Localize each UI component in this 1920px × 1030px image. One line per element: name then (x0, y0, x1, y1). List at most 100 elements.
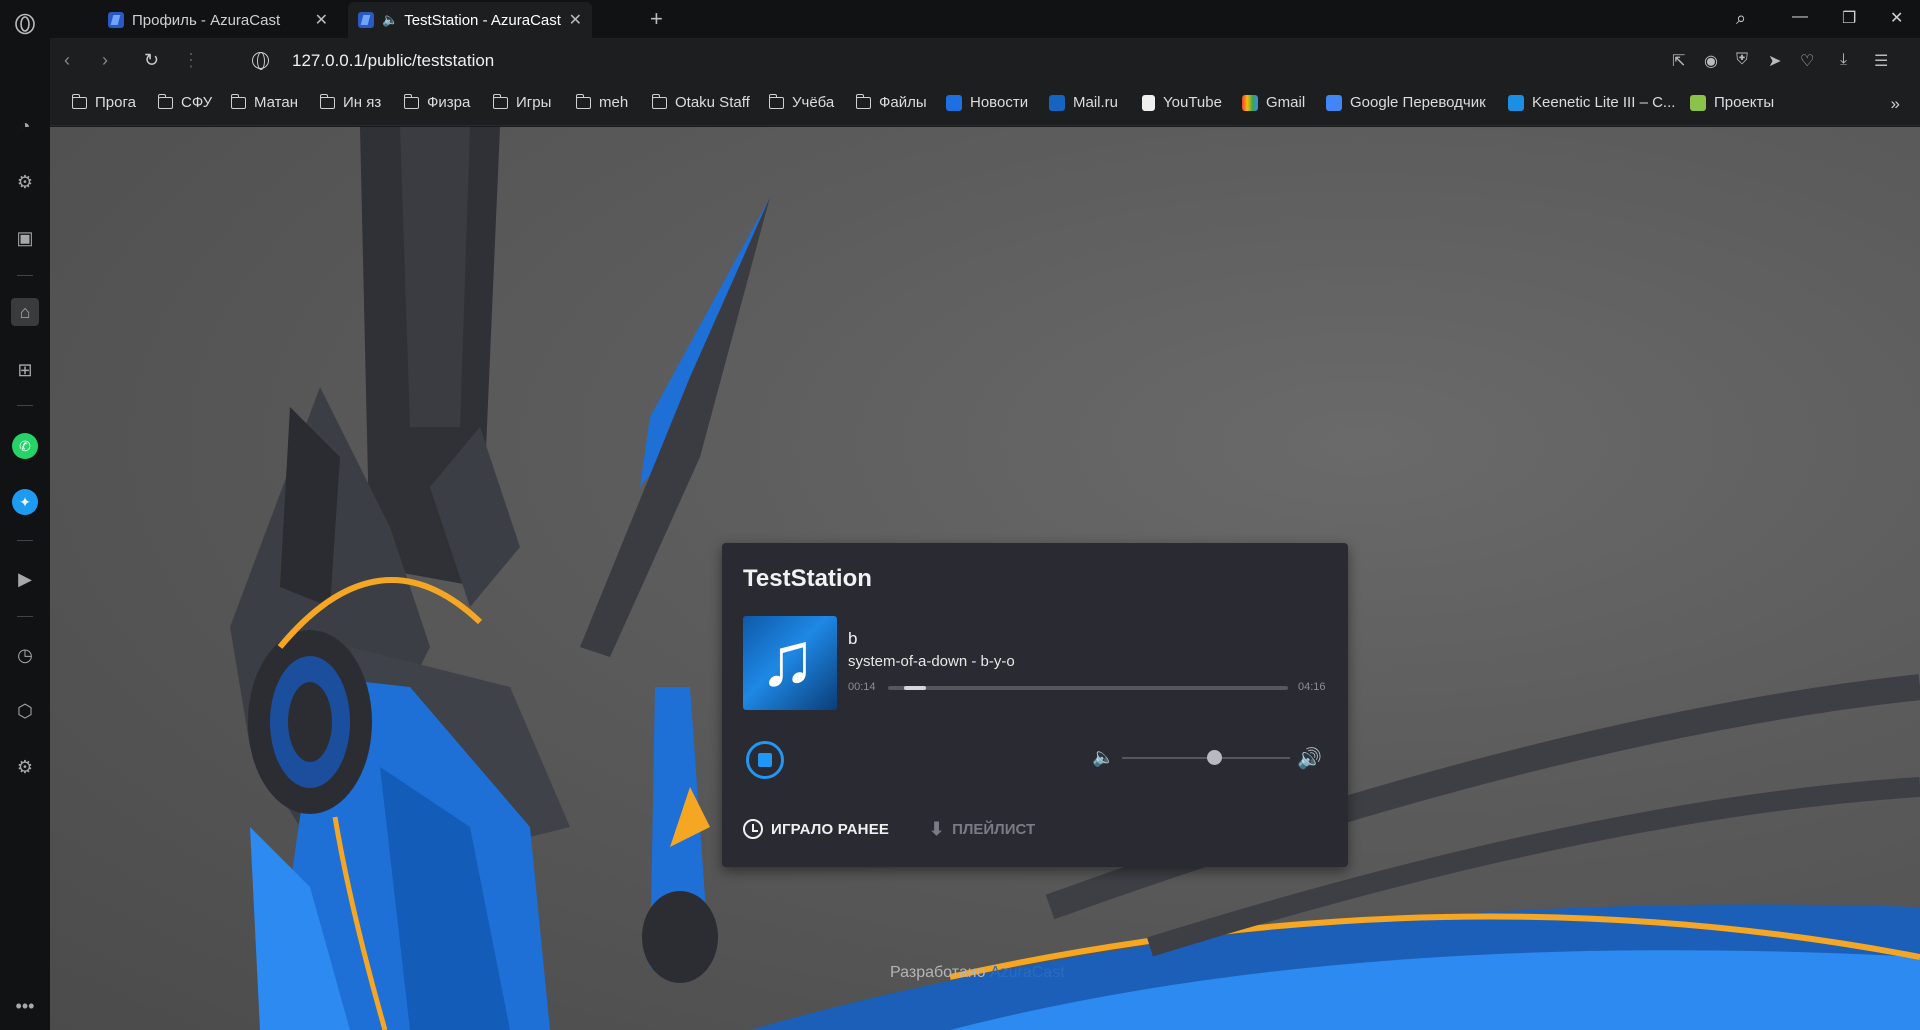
folder-icon (492, 93, 508, 109)
volume-slider-handle[interactable] (1207, 750, 1223, 765)
new-tab-icon[interactable]: + (650, 6, 663, 32)
speed-dial-icon[interactable]: ◔ (11, 112, 39, 140)
gamepad-icon[interactable]: ⊞ (11, 356, 39, 384)
more-icon[interactable]: ••• (11, 992, 39, 1020)
close-tab-icon[interactable]: ✕ (569, 10, 582, 30)
folder-icon (319, 93, 335, 109)
azuracast-favicon-icon (358, 12, 374, 28)
folder-icon (651, 93, 667, 109)
bookmark-link[interactable]: YouTube (1142, 94, 1222, 111)
address-bar: ‹ › ↻ ⋮ 127.0.0.1/public/teststation ⇱ ◉… (50, 38, 1920, 86)
history-label: ИГРАЛО РАНЕЕ (771, 820, 890, 838)
history-button[interactable]: ИГРАЛО РАНЕЕ (743, 819, 889, 839)
radio-player-card: TestStation ♫ b system-of-a-down - b-y-o… (722, 543, 1348, 867)
download-icon[interactable]: ⤓ (1840, 51, 1847, 69)
send-icon[interactable]: ➤ (1768, 51, 1781, 71)
bookmark-link[interactable]: Gmail (1242, 94, 1305, 111)
progress-fill (904, 686, 926, 690)
keenetic-icon (1508, 94, 1524, 111)
sidebar-divider (17, 616, 33, 617)
bookmarks-bar: Прога СФУ Матан Ин яз Физра Игры meh Ota… (50, 86, 1920, 126)
tab-bar: ⊜ Профиль - AzuraCast ✕ 🔈 TestStation - … (50, 0, 1920, 38)
azuracast-favicon-icon (108, 12, 124, 28)
tab-profile[interactable]: Профиль - AzuraCast ✕ (98, 2, 338, 38)
bookmark-folder[interactable]: Учёба (768, 93, 834, 111)
bookmark-link[interactable]: Keenetic Lite III – C... (1508, 94, 1675, 111)
footer-prefix: Разработано (890, 964, 986, 981)
close-window-icon[interactable]: ✕ (1890, 8, 1903, 28)
snapshot-icon[interactable]: ◉ (1704, 51, 1718, 71)
twitch-icon[interactable]: ▣ (11, 224, 39, 252)
bookmark-folder[interactable]: СФУ (157, 93, 212, 111)
reload-icon[interactable]: ↻ (144, 50, 159, 71)
bookmark-folder[interactable]: Матан (230, 93, 298, 111)
mail-icon (1049, 94, 1065, 111)
easy-setup-icon[interactable]: ☰ (1874, 51, 1888, 71)
bookmark-folder[interactable]: Прога (71, 93, 136, 111)
sidebar-divider (17, 540, 33, 541)
volume-mute-icon[interactable]: 🔈 (1092, 747, 1114, 768)
cube-icon[interactable]: ⬡ (11, 697, 39, 725)
adblock-icon[interactable]: ⛨ (1736, 51, 1748, 69)
news-icon (946, 94, 962, 111)
browser-window: ◔ ⚙ ▣ ⌂ ⊞ ✆ ✦ ▶ ◷ ⬡ ⚙ ••• ⊜ Профиль - Az… (0, 0, 1920, 1030)
tab-teststation[interactable]: 🔈 TestStation - AzuraCast ✕ (348, 2, 592, 38)
folder-icon (403, 93, 419, 109)
favorite-icon[interactable]: ♡ (1800, 51, 1814, 71)
twitter-icon[interactable]: ✦ (12, 489, 38, 515)
song-artist: system-of-a-down - b-y-o (848, 653, 1015, 670)
forward-icon[interactable]: › (102, 50, 108, 71)
url-field[interactable]: 127.0.0.1/public/teststation (292, 51, 494, 71)
album-art: ♫ (743, 616, 837, 710)
tab-title: TestStation - AzuraCast (404, 11, 561, 29)
history-icon (743, 819, 763, 839)
sidebar-divider (17, 405, 33, 406)
minimize-icon[interactable]: — (1792, 8, 1808, 26)
volume-slider[interactable] (1122, 757, 1290, 759)
folder-icon (768, 93, 784, 109)
extensions-icon[interactable]: ⚙ (11, 168, 39, 196)
stop-icon (758, 753, 772, 767)
footer-credit: Разработано AzuraCast (890, 964, 1065, 982)
bookmark-folder[interactable]: Otaku Staff (651, 93, 750, 111)
bookmark-folder[interactable]: Файлы (855, 93, 927, 111)
gmail-icon (1242, 94, 1258, 111)
whatsapp-icon[interactable]: ✆ (12, 433, 38, 459)
page-content: TestStation ♫ b system-of-a-down - b-y-o… (50, 127, 1920, 1030)
bookmark-link[interactable]: Mail.ru (1049, 94, 1118, 111)
opera-logo-icon[interactable] (11, 10, 39, 38)
folder-icon (157, 93, 173, 109)
folder-icon (855, 93, 871, 109)
close-tab-icon[interactable]: ✕ (315, 10, 328, 30)
time-elapsed: 00:14 (848, 681, 876, 693)
site-info-icon[interactable] (252, 52, 269, 70)
bookmark-folder[interactable]: meh (575, 93, 628, 111)
bookmark-link[interactable]: Google Переводчик (1326, 94, 1486, 111)
tab-title: Профиль - AzuraCast (132, 11, 281, 29)
history-icon[interactable]: ◷ (11, 641, 39, 669)
restore-icon[interactable]: ❐ (1842, 8, 1856, 28)
translate-icon (1326, 94, 1342, 111)
volume-full-icon[interactable]: 🔊 (1297, 746, 1322, 771)
back-icon[interactable]: ‹ (64, 50, 70, 71)
azuracast-link[interactable]: AzuraCast (990, 964, 1065, 981)
stop-button[interactable] (746, 741, 784, 779)
bookmark-link[interactable]: Новости (946, 94, 1028, 111)
bookmark-link[interactable]: Проекты (1690, 94, 1774, 111)
song-title: b (848, 629, 858, 648)
bookmark-folder[interactable]: Ин яз (319, 93, 381, 111)
bookmark-folder[interactable]: Физра (403, 93, 470, 111)
projects-icon (1690, 94, 1706, 111)
home-icon[interactable]: ⌂ (11, 298, 39, 326)
divider-dots: ⋮ (182, 50, 200, 70)
audio-playing-icon[interactable]: 🔈 (382, 12, 398, 28)
share-icon[interactable]: ⇱ (1672, 51, 1685, 71)
bookmark-folder[interactable]: Игры (492, 93, 551, 111)
playlist-download-button[interactable]: ⬇ ПЛЕЙЛИСТ (929, 819, 1035, 840)
player-icon[interactable]: ▶ (11, 565, 39, 593)
time-total: 04:16 (1298, 681, 1326, 693)
more-bookmarks-icon[interactable]: » (1891, 94, 1900, 114)
progress-bar (888, 686, 1288, 690)
search-tabs-icon[interactable]: ⌕ (1736, 8, 1746, 29)
settings-icon[interactable]: ⚙ (11, 753, 39, 781)
